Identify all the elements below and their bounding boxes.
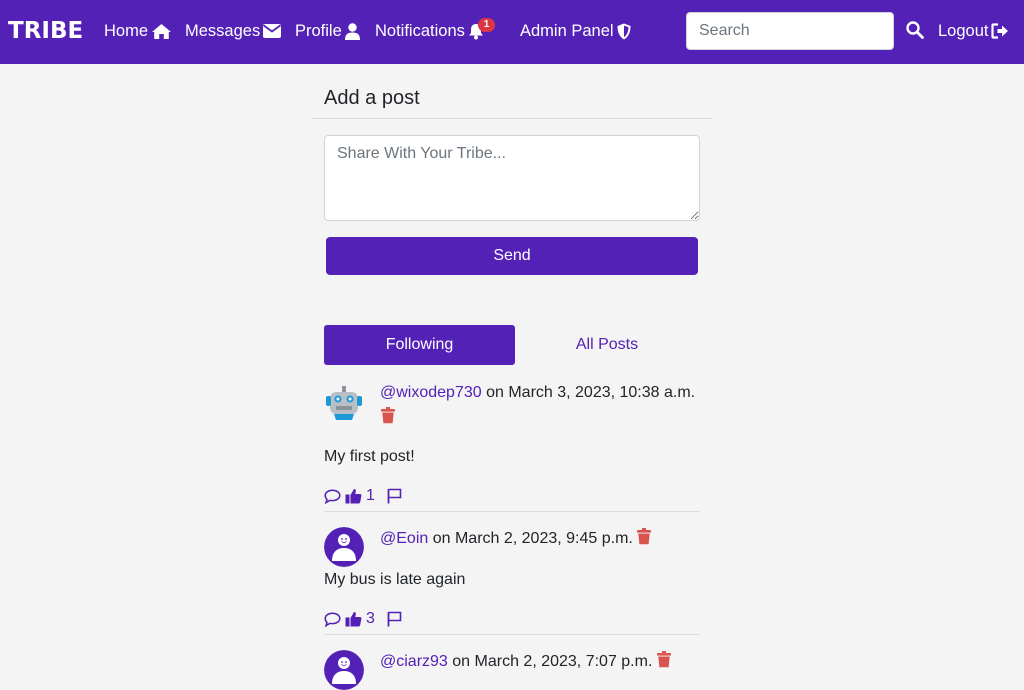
user-icon	[344, 22, 360, 40]
default-avatar[interactable]	[324, 527, 364, 567]
post-textarea[interactable]	[324, 135, 700, 221]
nav-home-label: Home	[104, 22, 149, 40]
comment-icon	[324, 611, 341, 627]
nav-home[interactable]: Home	[104, 21, 172, 41]
nav-messages[interactable]: Messages	[185, 21, 282, 41]
comment-button[interactable]	[324, 488, 341, 504]
comment-icon	[324, 488, 341, 504]
report-button[interactable]	[387, 611, 402, 627]
trash-icon[interactable]	[656, 651, 671, 668]
divider	[324, 634, 700, 635]
comment-button[interactable]	[324, 611, 341, 627]
navbar: TRIBE Home Messages Profile Notification…	[0, 0, 1024, 64]
robot-avatar[interactable]	[324, 382, 364, 422]
home-icon	[152, 23, 172, 39]
like-button[interactable]	[345, 488, 362, 504]
post-date: on March 2, 2023, 9:45 p.m.	[432, 530, 633, 547]
add-post-title: Add a post	[324, 87, 420, 109]
like-button[interactable]	[345, 611, 362, 627]
post-actions: 3	[324, 610, 402, 628]
thumbs-up-icon	[345, 489, 362, 504]
default-avatar[interactable]	[324, 650, 364, 690]
post-meta: @ciarz93 on March 2, 2023, 7:07 p.m.	[380, 651, 671, 673]
nav-messages-label: Messages	[185, 22, 261, 40]
thumbs-up-icon	[345, 612, 362, 627]
post-username[interactable]: @Eoin	[380, 530, 428, 547]
nav-profile[interactable]: Profile	[295, 21, 360, 41]
post-username[interactable]: @wixodep730	[380, 384, 482, 401]
flag-icon	[387, 611, 402, 627]
post-actions: 1	[324, 487, 402, 505]
tab-following[interactable]: Following	[324, 325, 515, 365]
envelope-icon	[263, 24, 282, 38]
flag-icon	[387, 488, 402, 504]
search-button[interactable]	[906, 21, 924, 44]
trash-icon[interactable]	[637, 528, 652, 545]
search-icon	[906, 21, 924, 39]
brand-logo[interactable]: TRIBE	[8, 18, 83, 44]
tab-all-posts[interactable]: All Posts	[512, 325, 702, 365]
post-text: My first post!	[324, 448, 415, 465]
nav-logout[interactable]: Logout	[938, 21, 1009, 41]
nav-notifications[interactable]: Notifications	[375, 21, 484, 41]
post-date: on March 3, 2023, 10:38 a.m.	[486, 384, 696, 401]
notification-badge: 1	[478, 18, 495, 32]
post-meta: @wixodep730 on March 3, 2023, 10:38 a.m.	[380, 382, 695, 404]
like-count: 1	[366, 487, 375, 504]
nav-admin-label: Admin Panel	[520, 22, 614, 40]
like-count: 3	[366, 610, 375, 627]
nav-logout-label: Logout	[938, 22, 989, 40]
shield-icon	[617, 23, 631, 39]
nav-admin-panel[interactable]: Admin Panel	[520, 21, 631, 41]
post-date: on March 2, 2023, 7:07 p.m.	[452, 653, 653, 670]
nav-notifications-label: Notifications	[375, 22, 465, 40]
report-button[interactable]	[387, 488, 402, 504]
nav-profile-label: Profile	[295, 22, 342, 40]
divider	[324, 511, 700, 512]
search-input[interactable]	[686, 12, 894, 50]
post-meta: @Eoin on March 2, 2023, 9:45 p.m.	[380, 528, 652, 550]
sign-out-icon	[991, 23, 1009, 39]
post-username[interactable]: @ciarz93	[380, 653, 448, 670]
trash-icon[interactable]	[381, 407, 395, 424]
post-text: My bus is late again	[324, 571, 466, 588]
divider	[312, 118, 712, 119]
send-button[interactable]: Send	[326, 237, 698, 275]
